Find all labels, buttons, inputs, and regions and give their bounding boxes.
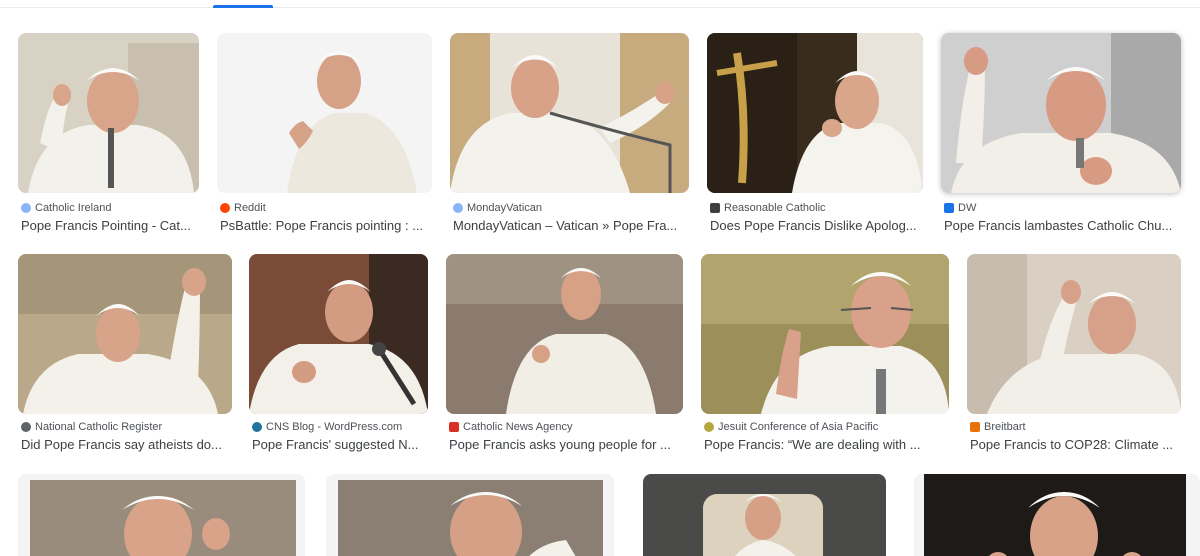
image-result-1[interactable]: Catholic Ireland Pope Francis Pointing -… <box>18 33 199 233</box>
result-thumbnail[interactable] <box>18 254 232 414</box>
wordpress-icon <box>252 422 262 432</box>
result-thumbnail[interactable] <box>941 33 1181 193</box>
image-result-10[interactable]: Breitbart Pope Francis to COP28: Climate… <box>967 254 1181 452</box>
result-caption[interactable]: Pope Francis Pointing - Cat... <box>21 218 199 233</box>
result-thumbnail[interactable] <box>701 254 949 414</box>
pope-photo <box>701 254 949 414</box>
image-result-3[interactable]: MondayVatican MondayVatican – Vatican » … <box>450 33 689 233</box>
pope-photo <box>446 254 683 414</box>
reddit-icon <box>220 203 230 213</box>
result-caption[interactable]: Pope Francis lambastes Catholic Chu... <box>944 218 1181 233</box>
source-name: Reddit <box>234 202 266 214</box>
result-source[interactable]: CNS Blog - WordPress.com <box>252 421 402 433</box>
source-name: Reasonable Catholic <box>724 202 826 214</box>
result-source[interactable]: Reddit <box>220 202 266 214</box>
result-thumbnail[interactable] <box>18 33 199 193</box>
pope-photo <box>18 254 232 414</box>
source-name: CNS Blog - WordPress.com <box>266 421 403 433</box>
source-name: Catholic Ireland <box>35 202 112 214</box>
image-result-7[interactable]: CNS Blog - WordPress.com Pope Francis' s… <box>249 254 428 452</box>
result-caption[interactable]: Pope Francis to COP28: Climate ... <box>970 437 1181 452</box>
pope-photo <box>967 254 1181 414</box>
pope-photo <box>326 474 614 556</box>
pope-photo <box>18 33 199 193</box>
source-name: DW <box>958 202 977 214</box>
result-caption[interactable]: Does Pope Francis Dislike Apolog... <box>710 218 923 233</box>
active-tab-indicator <box>213 5 273 8</box>
result-thumbnail[interactable] <box>707 33 923 193</box>
image-result-9[interactable]: Jesuit Conference of Asia Pacific Pope F… <box>701 254 949 452</box>
top-navigation-bar <box>0 0 1200 8</box>
globe-icon <box>453 203 463 213</box>
image-result-4[interactable]: Reasonable Catholic Does Pope Francis Di… <box>707 33 923 233</box>
result-thumbnail[interactable] <box>450 33 689 193</box>
result-caption[interactable]: MondayVatican – Vatican » Pope Fra... <box>453 218 689 233</box>
image-result-11[interactable] <box>18 474 305 556</box>
result-caption[interactable]: Did Pope Francis say atheists do... <box>21 437 232 452</box>
image-result-2[interactable]: Reddit PsBattle: Pope Francis pointing :… <box>217 33 432 233</box>
image-result-8[interactable]: Catholic News Agency Pope Francis asks y… <box>446 254 683 452</box>
globe-icon <box>21 203 31 213</box>
result-thumbnail[interactable] <box>446 254 683 414</box>
pope-photo <box>941 33 1181 193</box>
image-result-6[interactable]: National Catholic Register Did Pope Fran… <box>18 254 232 452</box>
source-name: MondayVatican <box>467 202 543 214</box>
image-result-13[interactable] <box>643 474 886 556</box>
result-thumbnail[interactable] <box>217 33 432 193</box>
result-thumbnail[interactable] <box>249 254 428 414</box>
source-name: Catholic News Agency <box>463 421 573 433</box>
leaf-icon <box>704 422 714 432</box>
result-source[interactable]: Jesuit Conference of Asia Pacific <box>704 421 878 433</box>
pope-photo <box>217 33 432 193</box>
image-result-12[interactable] <box>326 474 614 556</box>
result-thumbnail[interactable] <box>326 474 614 556</box>
result-caption[interactable]: Pope Francis' suggested N... <box>252 437 428 452</box>
pope-photo <box>914 474 1200 556</box>
pope-photo <box>18 474 305 556</box>
result-source[interactable]: Breitbart <box>970 421 1026 433</box>
result-caption[interactable]: PsBattle: Pope Francis pointing : ... <box>220 218 432 233</box>
result-thumbnail[interactable] <box>18 474 305 556</box>
result-thumbnail[interactable] <box>643 474 886 556</box>
pope-photo <box>707 33 923 193</box>
result-source[interactable]: Reasonable Catholic <box>710 202 826 214</box>
source-name: Jesuit Conference of Asia Pacific <box>718 421 879 433</box>
site-icon <box>710 203 720 213</box>
result-source[interactable]: National Catholic Register <box>21 421 162 433</box>
dw-icon <box>944 203 954 213</box>
result-caption[interactable]: Pope Francis: “We are dealing with ... <box>704 437 949 452</box>
result-thumbnail[interactable] <box>914 474 1200 556</box>
source-name: Breitbart <box>984 421 1026 433</box>
result-source[interactable]: Catholic Ireland <box>21 202 111 214</box>
result-source[interactable]: MondayVatican <box>453 202 542 214</box>
pope-photo <box>249 254 428 414</box>
star-icon <box>21 422 31 432</box>
image-result-14[interactable] <box>914 474 1200 556</box>
pope-photo <box>643 474 886 556</box>
breitbart-icon <box>970 422 980 432</box>
result-source[interactable]: DW <box>944 202 976 214</box>
result-caption[interactable]: Pope Francis asks young people for ... <box>449 437 683 452</box>
source-name: National Catholic Register <box>35 421 163 433</box>
result-source[interactable]: Catholic News Agency <box>449 421 572 433</box>
image-result-5[interactable]: DW Pope Francis lambastes Catholic Chu..… <box>941 33 1181 233</box>
result-thumbnail[interactable] <box>967 254 1181 414</box>
cna-icon <box>449 422 459 432</box>
pope-photo <box>450 33 689 193</box>
